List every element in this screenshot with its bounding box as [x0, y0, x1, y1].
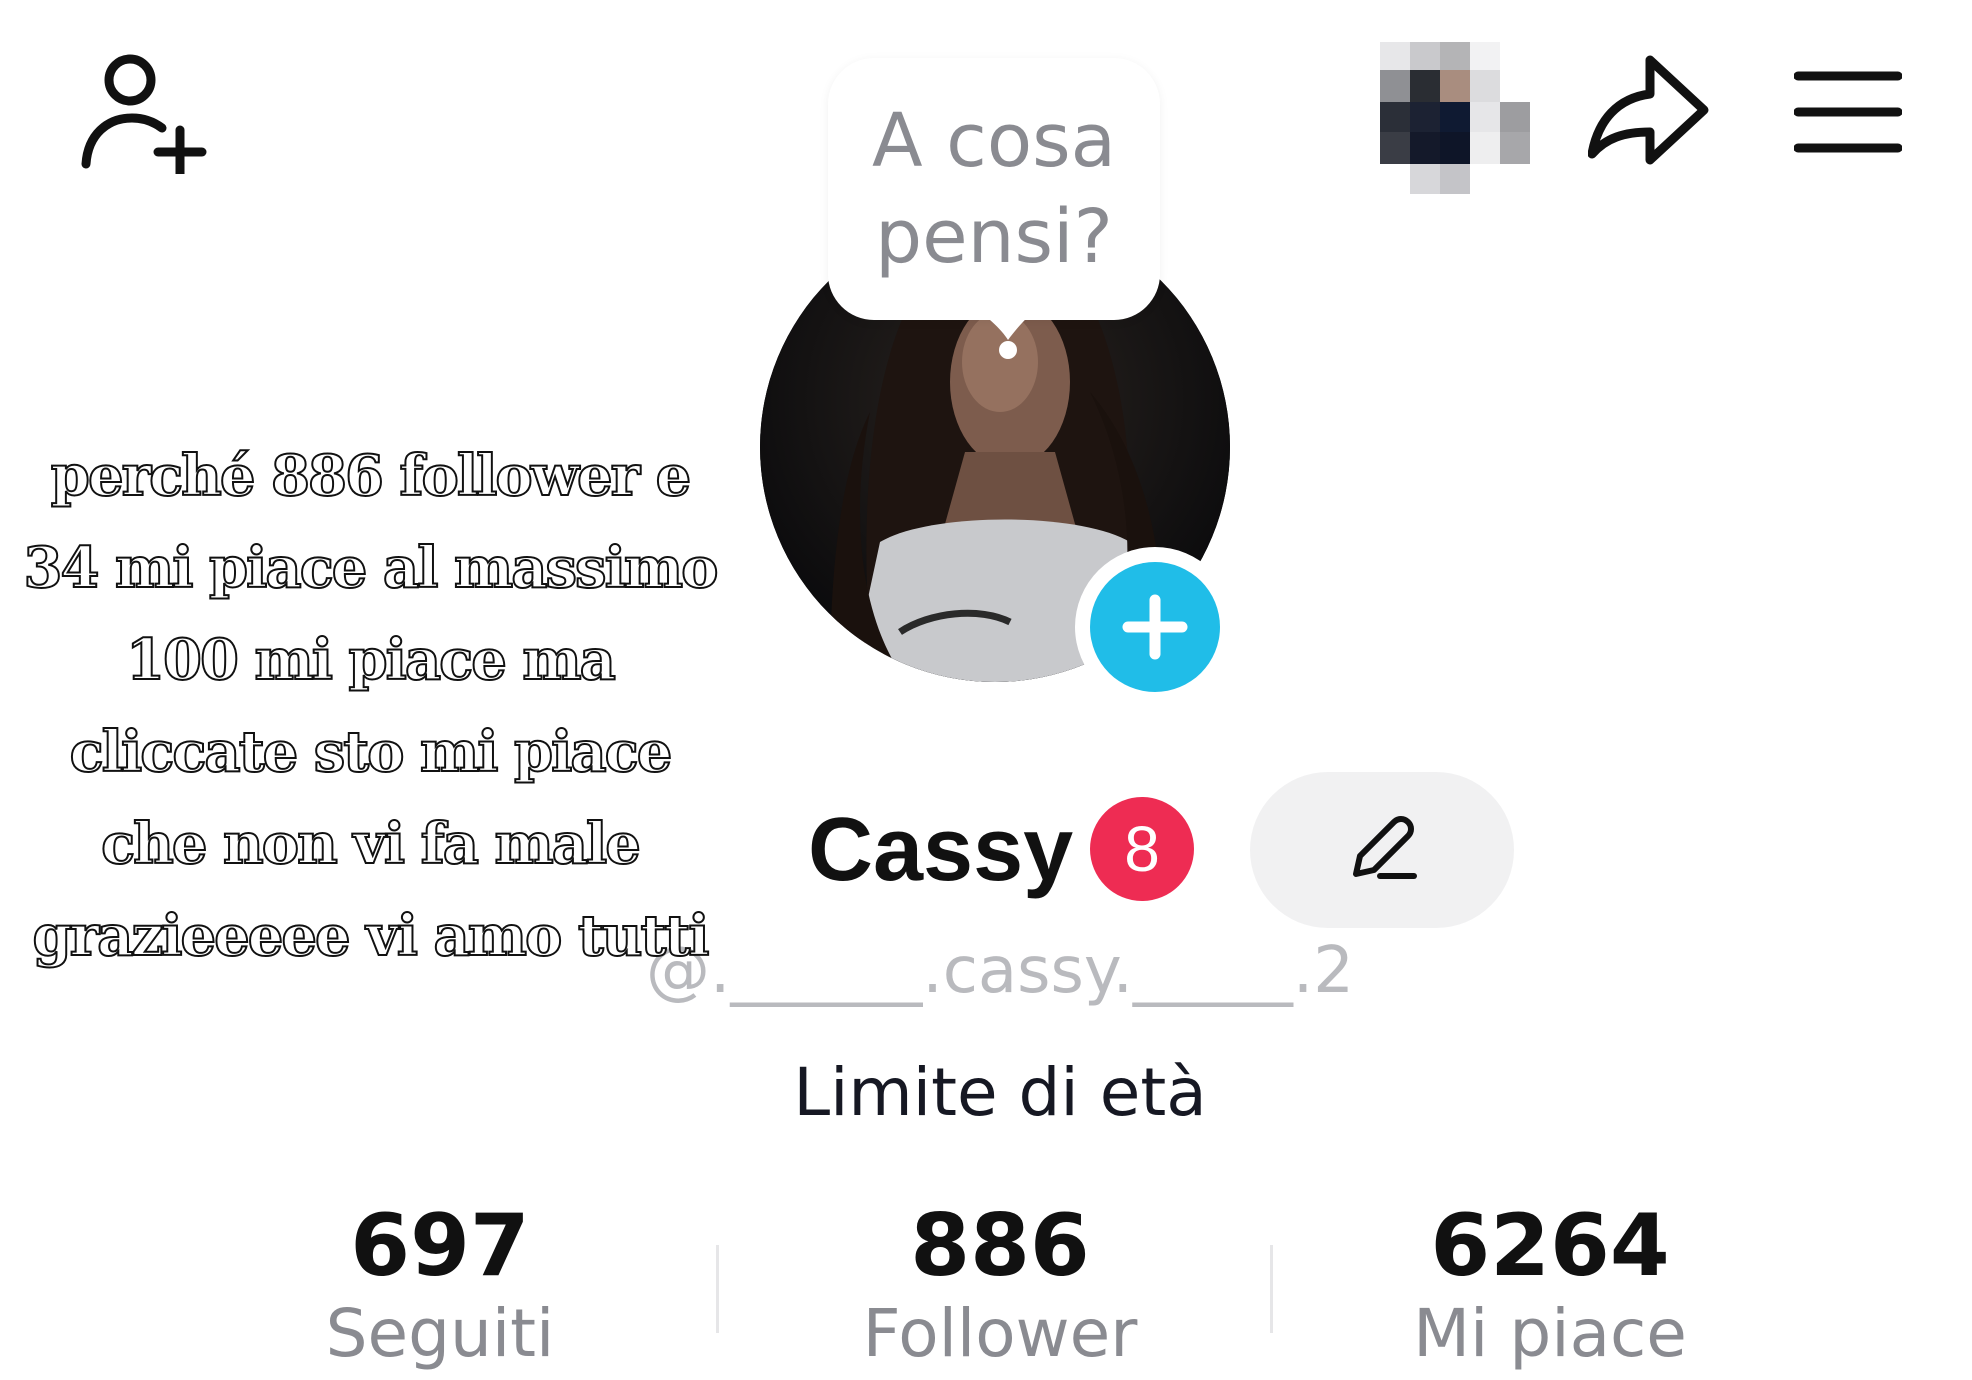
- following-label: Seguiti: [325, 1295, 555, 1372]
- overlay-caption: perché 886 follower e 34 mi piace al mas…: [23, 442, 720, 970]
- followers-label: Follower: [862, 1295, 1138, 1372]
- add-friend-icon[interactable]: [78, 52, 208, 174]
- display-name: Cassy: [808, 800, 1074, 900]
- stat-likes[interactable]: 6264 Mi piace: [1290, 1196, 1810, 1376]
- note-placeholder: A cosa pensi?: [871, 98, 1116, 280]
- menu-icon[interactable]: [1794, 70, 1902, 154]
- pencil-icon: [1353, 816, 1417, 879]
- stat-divider: [1270, 1245, 1273, 1333]
- note-bubble-tail: [962, 300, 1046, 359]
- notification-badge: 8: [1090, 797, 1194, 901]
- add-story-button[interactable]: [1075, 547, 1235, 707]
- plus-icon: [1122, 594, 1188, 660]
- following-count: 697: [350, 1196, 530, 1296]
- profile-page: A cosa pensi? perché 886 follower e 34 m…: [0, 0, 1972, 1380]
- stat-following[interactable]: 697 Seguiti: [180, 1196, 700, 1376]
- edit-profile-button[interactable]: [1250, 772, 1514, 928]
- note-bubble[interactable]: A cosa pensi?: [828, 58, 1160, 320]
- share-icon[interactable]: [1588, 54, 1712, 170]
- stat-divider: [716, 1245, 719, 1333]
- add-story-circle: [1090, 562, 1220, 692]
- stat-followers[interactable]: 886 Follower: [740, 1196, 1260, 1376]
- likes-count: 6264: [1430, 1196, 1670, 1296]
- followers-count: 886: [910, 1196, 1090, 1296]
- pixelated-avatar-thumbnail[interactable]: [1380, 42, 1536, 194]
- bio-text[interactable]: Limite di età: [540, 1048, 1460, 1138]
- likes-label: Mi piace: [1413, 1295, 1687, 1372]
